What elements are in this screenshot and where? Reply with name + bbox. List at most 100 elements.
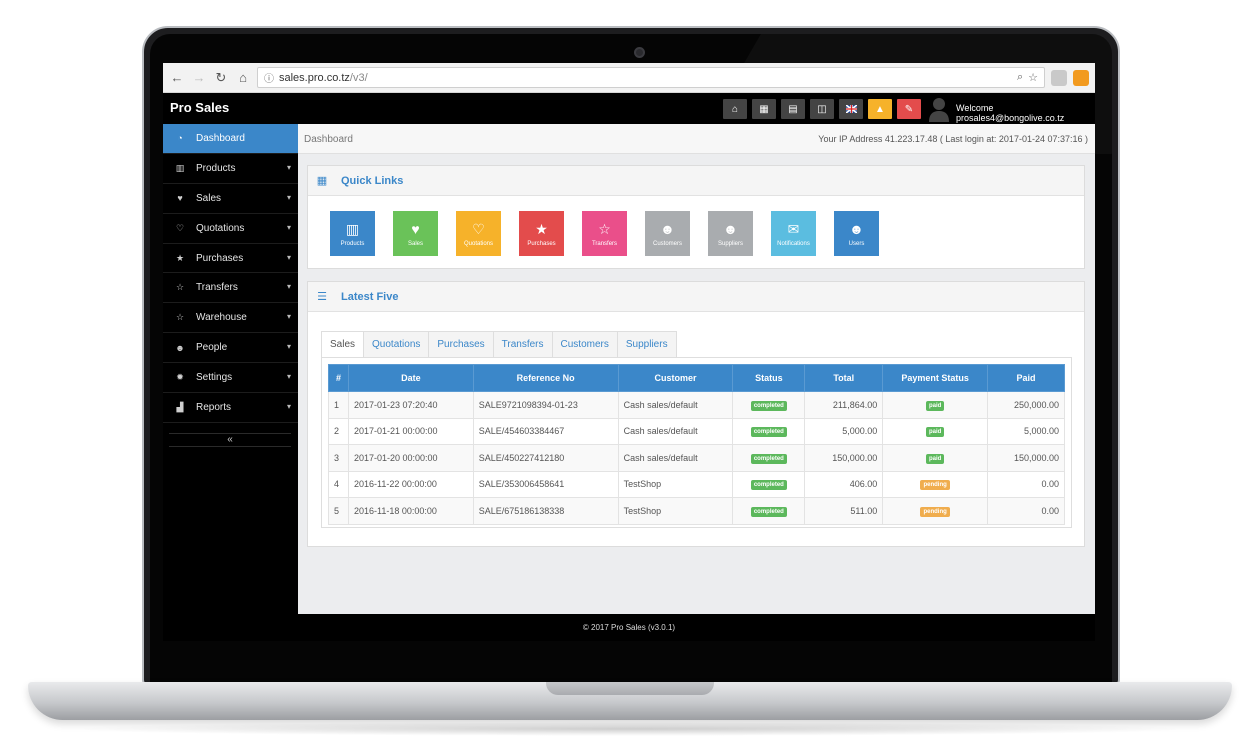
table-cell: 250,000.00	[987, 391, 1065, 419]
quick-link-quotations[interactable]: ♡ Quotations	[456, 211, 501, 256]
sidebar-item-sales[interactable]: ♥ Sales ▾	[163, 184, 298, 214]
table-cell: Cash sales/default	[617, 444, 734, 472]
forward-icon[interactable]: →	[191, 70, 207, 85]
url-path: /v3/	[349, 71, 368, 84]
home-icon[interactable]: ⌂	[723, 99, 747, 119]
status-cell: completed	[732, 497, 806, 525]
chevron-down-icon: ▾	[286, 282, 291, 292]
quick-link-products[interactable]: ▥ Products	[330, 211, 375, 256]
welcome-text[interactable]: Welcome prosales4@bongolive.co.tz	[956, 103, 1095, 123]
column-header[interactable]: Status	[732, 364, 806, 392]
sidebar-collapse-button[interactable]: «	[169, 433, 291, 447]
sidebar-item-reports[interactable]: ▟ Reports ▾	[163, 393, 298, 423]
tab-purchases[interactable]: Purchases	[429, 331, 494, 358]
column-header[interactable]: Total	[804, 364, 884, 392]
info-icon[interactable]: ⓘ	[264, 70, 274, 85]
star-outline-icon: ☆	[175, 312, 185, 323]
laptop-mockup: ← → ↻ ⌂ ⓘ sales.pro.co.tz/v3/ ⌕ ☆ Pro Sa…	[0, 0, 1260, 756]
quick-link-sales[interactable]: ♥ Sales	[393, 211, 438, 256]
barcode-icon: ▥	[345, 220, 360, 237]
html5-icon[interactable]: ◫	[810, 99, 834, 119]
sidebar-item-purchases[interactable]: ★ Purchases ▾	[163, 244, 298, 274]
sidebar-item-transfers[interactable]: ☆ Transfers ▾	[163, 273, 298, 304]
barcode-icon: ▥	[175, 162, 185, 173]
column-header[interactable]: #	[328, 364, 349, 392]
tab-quotations[interactable]: Quotations	[364, 331, 430, 358]
sidebar-item-label: Settings	[196, 372, 233, 384]
table-cell: TestShop	[617, 497, 734, 525]
panel-header: ▦ Quick Links	[308, 166, 1084, 196]
breadcrumb-current[interactable]: Dashboard	[304, 134, 353, 145]
status-badge: completed	[750, 400, 787, 411]
quick-link-label: Notifications	[777, 240, 810, 247]
sidebar-item-label: Dashboard	[196, 132, 245, 144]
table-row[interactable]: 1 2017-01-23 07:20:40 SALE9721098394-01-23…	[328, 391, 1065, 419]
avatar[interactable]	[928, 95, 950, 122]
home-icon[interactable]: ⌂	[235, 70, 251, 85]
zoom-icon[interactable]: ⌕	[1017, 71, 1023, 84]
calculator-icon[interactable]: ▦	[752, 99, 776, 119]
table-cell: SALE/450227412180	[472, 444, 619, 472]
panel-header: ☰ Latest Five	[308, 282, 1084, 312]
status-badge: pending	[920, 506, 950, 517]
sidebar-item-warehouse[interactable]: ☆ Warehouse ▾	[163, 303, 298, 334]
table-cell: 0.00	[987, 497, 1065, 525]
tab-suppliers[interactable]: Suppliers	[617, 331, 677, 358]
list-icon: ☰	[317, 291, 327, 303]
quick-link-notifications[interactable]: ✉ Notifications	[771, 211, 816, 256]
quick-link-purchases[interactable]: ★ Purchases	[519, 211, 564, 256]
back-icon[interactable]: ←	[169, 70, 185, 85]
table-cell: 2016-11-18 00:00:00	[347, 497, 474, 525]
quick-link-transfers[interactable]: ☆ Transfers	[582, 211, 627, 256]
sidebar-item-quotations[interactable]: ♡ Quotations ▾	[163, 214, 298, 244]
calendar-icon[interactable]: ▤	[781, 99, 805, 119]
column-header[interactable]: Payment Status	[882, 364, 989, 392]
table-row[interactable]: 4 2016-11-22 00:00:00 SALE/353006458641 Tes…	[328, 470, 1065, 498]
sidebar-item-dashboard[interactable]: ◔ Dashboard	[163, 124, 298, 154]
bar-chart-icon: ▟	[176, 401, 184, 412]
reload-icon[interactable]: ↻	[213, 70, 229, 86]
sidebar-item-label: Transfers	[196, 282, 238, 294]
column-header[interactable]: Customer	[617, 364, 734, 392]
address-bar[interactable]: ⓘ sales.pro.co.tz/v3/ ⌕ ☆	[257, 67, 1045, 88]
extension-icon[interactable]	[1073, 69, 1089, 86]
table-cell: SALE/454603384467	[472, 417, 619, 445]
quick-link-customers[interactable]: ☻ Customers	[645, 211, 690, 256]
table-row[interactable]: 5 2016-11-18 00:00:00 SALE/675186138338 Tes…	[328, 497, 1065, 525]
sidebar-item-label: Quotations	[196, 222, 245, 234]
tab-customers[interactable]: Customers	[552, 331, 618, 358]
payment-status-cell: paid	[882, 391, 989, 419]
sidebar-item-people[interactable]: ☻ People ▾	[163, 333, 298, 364]
table-row[interactable]: 2 2017-01-21 00:00:00 SALE/454603384467 Cas…	[328, 417, 1065, 445]
quick-link-label: Quotations	[463, 240, 494, 247]
column-header[interactable]: Date	[347, 364, 474, 392]
users-icon: ☻	[660, 220, 675, 237]
warning-icon[interactable]: ▲	[868, 99, 892, 119]
url-host: sales.pro.co.tz	[279, 71, 350, 84]
status-cell: completed	[732, 470, 806, 498]
laptop-shadow	[60, 722, 1200, 736]
bookmark-star-icon[interactable]: ☆	[1028, 71, 1038, 84]
quick-link-users[interactable]: ☻ Users	[834, 211, 879, 256]
payment-status-cell: paid	[882, 417, 989, 445]
sidebar-item-products[interactable]: ▥ Products ▾	[163, 154, 298, 184]
sidebar-item-settings[interactable]: ✹ Settings ▾	[163, 363, 298, 394]
flag-uk-icon[interactable]	[839, 99, 863, 119]
table-cell: 5,000.00	[804, 417, 884, 445]
table-cell: 5	[328, 497, 349, 525]
column-header[interactable]: Reference No	[472, 364, 619, 392]
heart-icon: ♥	[177, 193, 183, 204]
star-outline-icon: ☆	[175, 282, 185, 293]
quick-link-suppliers[interactable]: ☻ Suppliers	[708, 211, 753, 256]
table-row[interactable]: 3 2017-01-20 00:00:00 SALE/450227412180 Cas…	[328, 444, 1065, 472]
column-header[interactable]: Paid	[987, 364, 1065, 392]
eraser-icon[interactable]: ✎	[897, 99, 921, 119]
star-outline-icon: ☆	[598, 220, 611, 237]
tab-transfers[interactable]: Transfers	[493, 331, 553, 358]
brand-title[interactable]: Pro Sales	[170, 100, 229, 115]
tab-sales[interactable]: Sales	[321, 331, 365, 358]
quick-link-label: Purchases	[527, 240, 556, 247]
extension-icon[interactable]	[1051, 69, 1067, 86]
table-cell: 0.00	[987, 470, 1065, 498]
footer: © 2017 Pro Sales (v3.0.1)	[163, 614, 1095, 641]
